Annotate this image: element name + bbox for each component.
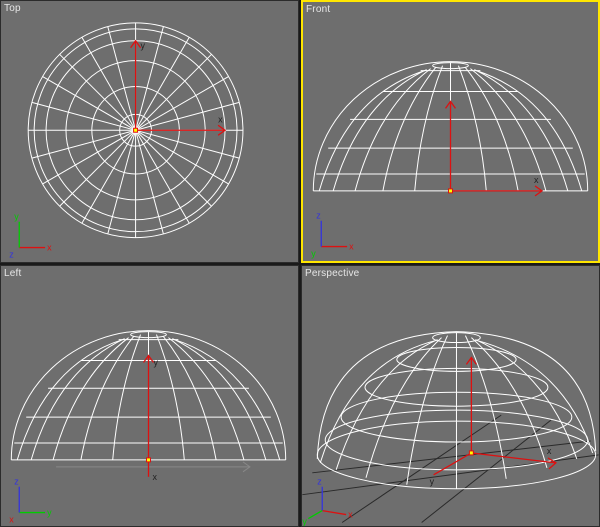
- axis-label-x: x: [547, 445, 552, 455]
- viewport-label-front: Front: [306, 4, 330, 15]
- viewport-perspective[interactable]: Perspective: [301, 265, 600, 527]
- axis-tripod-icon: x z y: [302, 476, 353, 526]
- svg-text:x: x: [349, 242, 354, 252]
- axis-label-y: y: [141, 41, 146, 51]
- svg-text:z: z: [9, 250, 14, 260]
- viewport-top[interactable]: Top x y: [0, 0, 299, 263]
- axis-tripod-icon: x y z: [9, 212, 52, 260]
- viewport-label-perspective: Perspective: [305, 268, 359, 279]
- axis-tripod-icon: y z x: [9, 476, 52, 524]
- svg-text:z: z: [317, 476, 322, 486]
- transform-gizmo[interactable]: y x: [144, 355, 159, 481]
- canvas-top: x y x y z: [1, 1, 298, 262]
- viewport-label-top: Top: [4, 3, 21, 14]
- svg-text:y: y: [302, 516, 307, 526]
- canvas-front: x x z y: [303, 2, 598, 261]
- svg-text:y: y: [47, 507, 52, 517]
- axis-tripod-icon: x z y: [311, 211, 354, 259]
- axis-label-x: x: [152, 471, 157, 481]
- viewport-left[interactable]: Left: [0, 265, 299, 527]
- axis-label-x: x: [534, 175, 539, 185]
- svg-text:y: y: [311, 249, 316, 259]
- svg-text:z: z: [14, 476, 19, 486]
- svg-text:x: x: [9, 514, 14, 524]
- transform-gizmo[interactable]: x: [446, 101, 542, 195]
- axis-label-x: x: [218, 114, 223, 124]
- viewport-front[interactable]: Front: [301, 0, 600, 263]
- axis-label-y: y: [430, 476, 435, 486]
- svg-text:x: x: [47, 243, 52, 253]
- svg-text:x: x: [348, 509, 353, 519]
- canvas-left: y x y z x: [1, 266, 298, 527]
- viewport-quad: Top x y: [0, 0, 600, 527]
- svg-text:z: z: [316, 211, 321, 221]
- viewport-label-left: Left: [4, 268, 21, 279]
- axis-label-y: y: [153, 357, 158, 367]
- svg-text:y: y: [14, 212, 19, 222]
- canvas-perspective: x y x z y: [302, 266, 599, 527]
